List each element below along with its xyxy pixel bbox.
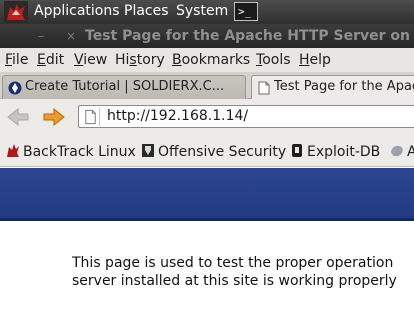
site-identity-icon[interactable] — [82, 108, 100, 126]
forward-arrow-icon[interactable] — [42, 107, 66, 127]
bookmarks-toolbar: BackTrack Linux Offensive Security Explo… — [0, 135, 414, 167]
bookmark-exploit-db[interactable]: Exploit-DB — [290, 143, 380, 160]
page-content: This page is used to test the proper ope… — [0, 168, 414, 327]
exploitdb-icon — [292, 144, 302, 157]
menu-bookmarks[interactable]: Bookmarks — [172, 52, 250, 68]
backtrack-dragon-icon[interactable] — [4, 1, 28, 23]
navigation-toolbar: http://192.168.1.14/ — [0, 99, 414, 135]
minimize-button[interactable]: – — [38, 29, 44, 43]
menu-file[interactable]: File — [5, 52, 28, 68]
menu-view[interactable]: View — [74, 52, 107, 68]
menu-help[interactable]: Help — [299, 52, 331, 68]
tab-label: Create Tutorial | SOLDIERX.C... — [25, 79, 225, 94]
body-line-2: server installed at this site is working… — [72, 273, 397, 289]
top-panel: Applications Places System >_ — [0, 0, 414, 24]
page-icon — [258, 81, 270, 95]
tab-apache-test-page[interactable]: Test Page for the Apac — [251, 75, 414, 99]
tab-bar: Create Tutorial | SOLDIERX.C... Test Pag… — [0, 72, 414, 99]
bookmark-offensive-security[interactable]: Offensive Security — [141, 143, 286, 160]
window-title: Test Page for the Apache HTTP Server on … — [85, 28, 414, 44]
aircrack-icon — [391, 145, 403, 157]
soldierx-favicon-icon — [8, 81, 22, 95]
menu-history[interactable]: History — [115, 52, 165, 68]
backtrack-icon — [7, 144, 19, 157]
url-text[interactable]: http://192.168.1.14/ — [107, 108, 248, 124]
bookmark-aircrack[interactable]: A — [390, 143, 414, 160]
applications-menu[interactable]: Applications — [34, 3, 120, 19]
bookmark-backtrack-linux[interactable]: BackTrack Linux — [6, 143, 136, 160]
places-menu[interactable]: Places — [124, 3, 169, 19]
menu-tools[interactable]: Tools — [256, 52, 291, 68]
back-arrow-icon[interactable] — [6, 107, 30, 127]
menu-edit[interactable]: Edit — [37, 52, 64, 68]
system-menu[interactable]: System — [176, 3, 228, 19]
close-window-button[interactable]: × — [66, 29, 76, 43]
menu-bar: File Edit View History Bookmarks Tools H… — [0, 48, 414, 72]
window-titlebar: – × Test Page for the Apache HTTP Server… — [0, 24, 414, 48]
offsec-icon — [142, 144, 154, 157]
tab-label: Test Page for the Apac — [274, 79, 414, 94]
body-line-1: This page is used to test the proper ope… — [72, 255, 394, 271]
page-body-text: This page is used to test the proper ope… — [72, 254, 397, 290]
url-bar[interactable]: http://192.168.1.14/ — [78, 105, 414, 128]
page-banner — [0, 168, 414, 221]
tab-create-tutorial[interactable]: Create Tutorial | SOLDIERX.C... — [2, 75, 246, 99]
terminal-launcher-icon[interactable]: >_ — [234, 2, 258, 21]
